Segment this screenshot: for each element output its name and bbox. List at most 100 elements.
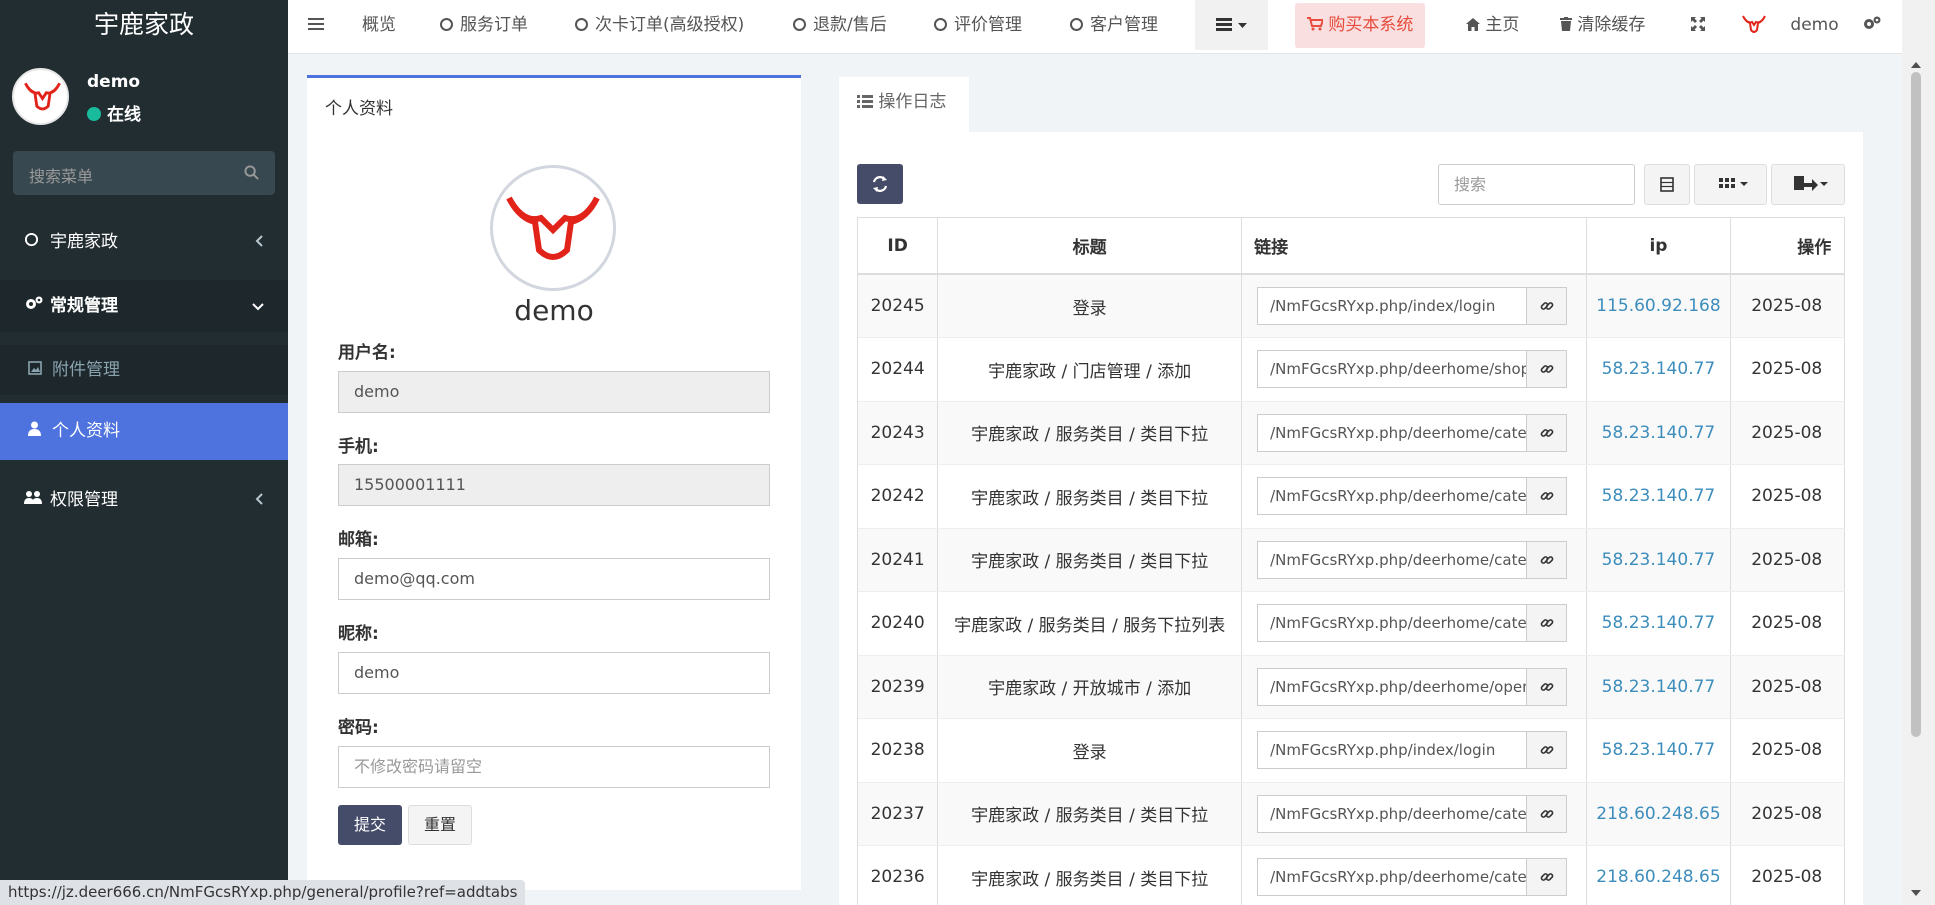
tab-refund[interactable]: 退款/售后 — [793, 0, 887, 50]
table-row[interactable]: 20241 宇鹿家政 / 服务类目 / 类目下拉/NmFGcsRYxp.php/d… — [858, 528, 1845, 592]
nickname-field[interactable]: demo — [338, 652, 770, 694]
tab-service-orders[interactable]: 服务订单 — [440, 0, 528, 50]
phone-field[interactable]: 15500001111 — [338, 464, 770, 506]
brand-logo[interactable]: 宇鹿家政 — [0, 0, 288, 54]
url-field[interactable]: /NmFGcsRYxp.php/deerhome/shop/a — [1257, 350, 1528, 389]
open-link-button[interactable] — [1527, 413, 1568, 452]
sidebar-search[interactable]: 搜索菜单 — [13, 151, 275, 195]
scroll-down-icon[interactable] — [1902, 886, 1935, 900]
cell-ip[interactable]: 115.60.92.168 — [1586, 274, 1732, 338]
url-field[interactable]: /NmFGcsRYxp.php/index/login — [1257, 731, 1528, 770]
cell-ip[interactable]: 58.23.140.77 — [1586, 528, 1732, 592]
email-field[interactable]: demo@qq.com — [338, 558, 770, 600]
table-row[interactable]: 20236 宇鹿家政 / 服务类目 / 类目下拉/NmFGcsRYxp.php/d… — [858, 845, 1845, 905]
list-icon — [1216, 18, 1233, 31]
user-menu[interactable]: demo — [1739, 0, 1839, 50]
submit-button[interactable]: 提交 — [338, 805, 402, 845]
open-link-button[interactable] — [1527, 350, 1568, 389]
sidebar-item-profile[interactable]: 个人资料 — [0, 403, 288, 460]
profile-avatar[interactable] — [490, 165, 616, 291]
sidebar-toggle-icon[interactable] — [308, 0, 324, 50]
tab-reviews[interactable]: 评价管理 — [934, 0, 1022, 50]
username-field[interactable]: demo — [338, 371, 770, 413]
table-row[interactable]: 20243 宇鹿家政 / 服务类目 / 类目下拉/NmFGcsRYxp.php/d… — [858, 401, 1845, 465]
table-row[interactable]: 20238 登录/NmFGcsRYxp.php/index/login 58.23.… — [858, 718, 1845, 783]
tab-overview[interactable]: 概览 — [362, 0, 396, 50]
open-link-button[interactable] — [1527, 604, 1568, 643]
fullscreen-icon[interactable] — [1691, 0, 1705, 50]
url-input-group: /NmFGcsRYxp.php/deerhome/cate/s — [1257, 413, 1568, 452]
tab-card-orders[interactable]: 次卡订单(高级授权) — [575, 0, 744, 50]
refresh-button[interactable] — [857, 164, 903, 204]
sidebar-item-general[interactable]: 常规管理 — [0, 280, 288, 332]
table-row[interactable]: 20244 宇鹿家政 / 门店管理 / 添加/NmFGcsRYxp.php/dee… — [858, 337, 1845, 402]
url-field[interactable]: /NmFGcsRYxp.php/deerhome/cate/s — [1257, 477, 1528, 516]
url-field[interactable]: /NmFGcsRYxp.php/deerhome/cate/s — [1257, 858, 1528, 897]
url-field[interactable]: /NmFGcsRYxp.php/deerhome/cate/s — [1257, 540, 1528, 579]
settings-gears-icon[interactable] — [1862, 0, 1882, 50]
user-panel: demo 在线 — [0, 54, 288, 144]
clear-cache-button[interactable]: 清除缓存 — [1560, 0, 1645, 50]
page-scrollbar[interactable] — [1902, 0, 1935, 905]
search-icon[interactable] — [244, 165, 259, 184]
table-row[interactable]: 20239 宇鹿家政 / 开放城市 / 添加/NmFGcsRYxp.php/dee… — [858, 655, 1845, 719]
url-field[interactable]: /NmFGcsRYxp.php/deerhome/cate/c — [1257, 604, 1528, 643]
table-row[interactable]: 20245 登录/NmFGcsRYxp.php/index/login 115.60… — [858, 274, 1845, 338]
table-row[interactable]: 20237 宇鹿家政 / 服务类目 / 类目下拉/NmFGcsRYxp.php/d… — [858, 782, 1845, 846]
cell-time: 2025-08 — [1730, 464, 1845, 529]
url-field[interactable]: /NmFGcsRYxp.php/index/login — [1257, 287, 1528, 325]
more-tabs-dropdown[interactable] — [1195, 0, 1268, 50]
url-field[interactable]: /NmFGcsRYxp.php/deerhome/cate/s — [1257, 794, 1528, 833]
password-field[interactable]: 不修改密码请留空 — [338, 746, 770, 788]
table-row[interactable]: 20240 宇鹿家政 / 服务类目 / 服务下拉列表/NmFGcsRYxp.php… — [858, 591, 1845, 656]
url-field[interactable]: /NmFGcsRYxp.php/deerhome/cate/s — [1257, 413, 1528, 452]
url-field[interactable]: /NmFGcsRYxp.php/deerhome/open_ — [1257, 667, 1528, 706]
open-link-button[interactable] — [1527, 667, 1568, 706]
columns-dropdown[interactable] — [1694, 164, 1767, 205]
sidebar-item-auth[interactable]: 权限管理 — [0, 480, 288, 520]
column-header-title[interactable]: 标题 — [937, 218, 1243, 275]
circle-icon — [1070, 18, 1083, 31]
sidebar-item-label: 附件管理 — [52, 360, 120, 380]
cell-ip[interactable]: 58.23.140.77 — [1586, 591, 1732, 656]
open-link-button[interactable] — [1527, 540, 1568, 579]
buy-system-button[interactable]: 购买本系统 — [1295, 3, 1426, 48]
open-link-button[interactable] — [1527, 477, 1568, 516]
scroll-up-icon[interactable] — [1902, 58, 1935, 72]
table-row[interactable]: 20242 宇鹿家政 / 服务类目 / 类目下拉/NmFGcsRYxp.php/d… — [858, 464, 1845, 529]
cell-url: /NmFGcsRYxp.php/deerhome/cate/s — [1241, 528, 1587, 592]
cell-ip[interactable]: 58.23.140.77 — [1586, 718, 1732, 783]
reset-button[interactable]: 重置 — [408, 805, 472, 845]
cell-ip[interactable]: 58.23.140.77 — [1586, 464, 1732, 529]
cell-id: 20242 — [858, 464, 939, 529]
sidebar-item-deerhome[interactable]: 宇鹿家政 — [0, 222, 288, 262]
home-link[interactable]: 主页 — [1466, 0, 1519, 50]
toggle-view-button[interactable] — [1644, 164, 1690, 205]
cell-ip[interactable]: 218.60.248.65 — [1586, 782, 1732, 846]
cell-ip[interactable]: 218.60.248.65 — [1586, 845, 1732, 905]
link-icon — [1540, 873, 1553, 882]
column-header-operation[interactable]: 操作 — [1730, 218, 1845, 275]
chevron-left-icon — [255, 222, 264, 262]
open-link-button[interactable] — [1527, 794, 1568, 833]
user-status: 在线 — [87, 100, 141, 125]
column-header-ip[interactable]: ip — [1586, 218, 1732, 275]
open-link-button[interactable] — [1527, 287, 1568, 325]
cell-ip[interactable]: 58.23.140.77 — [1586, 655, 1732, 719]
cell-ip[interactable]: 58.23.140.77 — [1586, 337, 1732, 402]
log-search-input[interactable]: 搜索 — [1438, 164, 1635, 205]
open-link-button[interactable] — [1527, 858, 1568, 897]
open-link-button[interactable] — [1527, 731, 1568, 770]
url-input-group: /NmFGcsRYxp.php/deerhome/cate/c — [1257, 604, 1568, 643]
tab-customers[interactable]: 客户管理 — [1070, 0, 1158, 50]
sidebar-item-label: 常规管理 — [50, 296, 118, 316]
tab-operation-log[interactable]: 操作日志 — [839, 77, 969, 132]
cell-ip[interactable]: 58.23.140.77 — [1586, 401, 1732, 465]
export-dropdown[interactable] — [1771, 164, 1845, 205]
sidebar-item-label: 个人资料 — [52, 421, 120, 441]
column-header-id[interactable]: ID — [858, 218, 939, 275]
sidebar-item-attachment[interactable]: 附件管理 — [0, 345, 288, 395]
scrollbar-thumb[interactable] — [1911, 72, 1921, 737]
cell-url: /NmFGcsRYxp.php/deerhome/shop/a — [1241, 337, 1587, 402]
column-header-url[interactable]: 链接 — [1241, 218, 1587, 275]
